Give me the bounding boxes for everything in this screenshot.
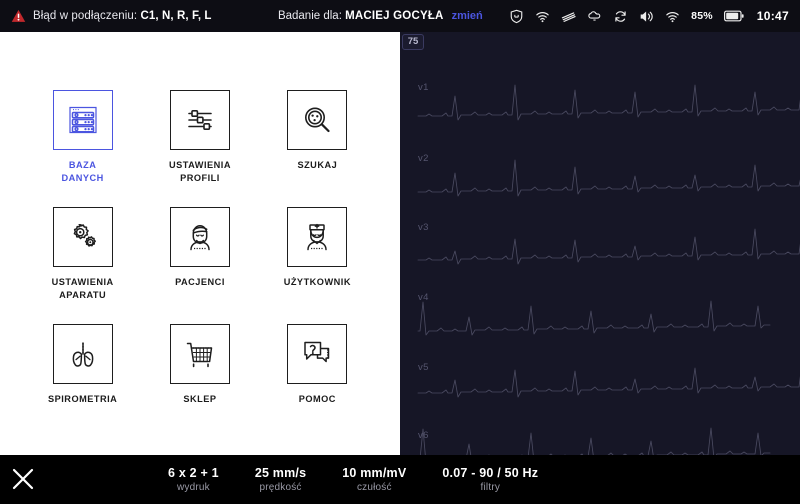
ecg-lead-label-v3: v3	[418, 222, 429, 233]
lungs-icon	[72, 342, 94, 367]
exam-prefix: Badanie dla:	[277, 10, 342, 22]
main-menu-panel: BAZA DANYCH USTAWIENIA PROFILI SZUKAJ US…	[0, 32, 400, 455]
ecg-lead-label-v4: v4	[418, 292, 429, 303]
connection-error-group: Błąd w podłączeniu: C1, N, R, F, L	[0, 9, 212, 23]
param-value: 10 mm/mV	[342, 466, 407, 480]
param-label: filtry	[480, 482, 501, 493]
param-predkosc[interactable]: 25 mm/s prędkość	[237, 466, 324, 493]
ecg-waveform-panel[interactable]: 75 v1 v2 v3 v4 v5 v6	[400, 32, 800, 455]
ecg-device-screen: Błąd w podłączeniu: C1, N, R, F, L Badan…	[0, 0, 800, 504]
param-value: 6 x 2 + 1	[168, 466, 219, 480]
sliders-icon	[188, 110, 212, 130]
warning-triangle-icon	[11, 9, 26, 23]
error-leads: C1, N, R, F, L	[140, 10, 212, 22]
help-chat-icon	[304, 341, 330, 363]
volume-icon[interactable]	[639, 9, 654, 24]
menu-tile-label: POMOC	[298, 394, 336, 404]
param-czulosc[interactable]: 10 mm/mV czułość	[324, 466, 424, 493]
patient-icon	[190, 225, 210, 251]
menu-tile-label: UŻYTKOWNIK	[283, 277, 351, 287]
menu-tile-pacjenci[interactable]: PACJENCI	[141, 207, 258, 302]
gears-icon	[73, 224, 96, 247]
exam-label: Badanie dla: MACIEJ GOCYŁA	[278, 10, 444, 22]
param-value: 25 mm/s	[254, 466, 307, 480]
menu-tile-icon-box	[287, 90, 348, 150]
menu-tile-icon-box	[52, 324, 113, 384]
ecg-lead-label-v2: v2	[418, 153, 429, 164]
shopping-cart-icon	[186, 342, 213, 368]
param-label: czułość	[356, 482, 392, 493]
ecg-lead-label-v1: v1	[418, 82, 429, 93]
menu-tile-label: SZUKAJ	[297, 160, 338, 170]
ecg-lead-label-v6: v6	[418, 430, 429, 441]
menu-tile-label: USTAWIENIA APARATU	[51, 277, 114, 300]
wifi-icon[interactable]	[665, 9, 680, 24]
close-x-icon[interactable]	[10, 466, 36, 492]
recording-params-group: 6 x 2 + 1 wydruk 25 mm/s prędkość 10 mm/…	[150, 455, 556, 504]
menu-tile-spirometria[interactable]: SPIROMETRIA	[24, 324, 141, 406]
doctor-icon	[307, 223, 328, 251]
menu-tile-ustawienia-profili[interactable]: USTAWIENIA PROFILI	[141, 90, 258, 185]
menu-tile-icon-box	[287, 324, 348, 384]
ecg-lead-label-v5: v5	[418, 362, 429, 373]
signal-waves-icon[interactable]	[561, 9, 576, 24]
menu-grid: BAZA DANYCH USTAWIENIA PROFILI SZUKAJ US…	[24, 90, 376, 406]
status-icons-group: 85% 10:47	[509, 9, 800, 24]
menu-tile-szukaj[interactable]: SZUKAJ	[259, 90, 376, 185]
menu-tile-icon-box	[287, 207, 348, 267]
connection-error-text: Błąd w podłączeniu: C1, N, R, F, L	[33, 10, 212, 22]
menu-tile-icon-box	[169, 324, 230, 384]
wifi-icon[interactable]	[535, 9, 550, 24]
param-wydruk[interactable]: 6 x 2 + 1 wydruk	[150, 466, 237, 493]
menu-tile-label: PACJENCI	[175, 277, 225, 287]
change-patient-link[interactable]: zmień	[452, 10, 483, 22]
bluetooth-cloud-icon[interactable]	[587, 9, 602, 24]
param-label: prędkość	[259, 482, 302, 493]
patient-name: MACIEJ GOCYŁA	[345, 10, 444, 22]
param-label: wydruk	[176, 482, 210, 493]
battery-icon	[723, 10, 744, 22]
exam-patient-group: Badanie dla: MACIEJ GOCYŁA zmień	[252, 10, 510, 22]
param-filtry[interactable]: 0.07 - 90 / 50 Hz filtry	[424, 466, 556, 493]
menu-tile-label: SKLEP	[183, 394, 217, 404]
battery-percent: 85%	[691, 10, 713, 22]
top-status-bar: Błąd w podłączeniu: C1, N, R, F, L Badan…	[0, 0, 800, 32]
error-prefix: Błąd w podłączeniu:	[33, 10, 138, 22]
menu-tile-pomoc[interactable]: POMOC	[259, 324, 376, 406]
menu-tile-ustawienia-aparatu[interactable]: USTAWIENIA APARATU	[24, 207, 141, 302]
bottom-toolbar: 6 x 2 + 1 wydruk 25 mm/s prędkość 10 mm/…	[0, 455, 800, 504]
menu-tile-icon-box	[52, 207, 113, 267]
magnifier-icon	[305, 107, 330, 133]
clock: 10:47	[756, 9, 789, 23]
menu-tile-label: BAZA DANYCH	[61, 160, 104, 183]
menu-tile-label: USTAWIENIA PROFILI	[168, 160, 231, 183]
menu-tile-icon-box	[169, 90, 230, 150]
ecg-traces	[417, 84, 800, 455]
menu-tile-uzytkownik[interactable]: UŻYTKOWNIK	[259, 207, 376, 302]
heart-rate-badge: 75	[402, 34, 424, 50]
param-value: 0.07 - 90 / 50 Hz	[442, 466, 539, 480]
menu-tile-label: SPIROMETRIA	[48, 394, 118, 404]
menu-tile-icon-box	[169, 207, 230, 267]
database-icon	[69, 106, 97, 134]
shield-icon[interactable]	[509, 9, 524, 24]
sync-icon[interactable]	[613, 9, 628, 24]
menu-tile-baza-danych[interactable]: BAZA DANYCH	[24, 90, 141, 185]
menu-tile-icon-box	[52, 90, 113, 150]
menu-tile-sklep[interactable]: SKLEP	[141, 324, 258, 406]
